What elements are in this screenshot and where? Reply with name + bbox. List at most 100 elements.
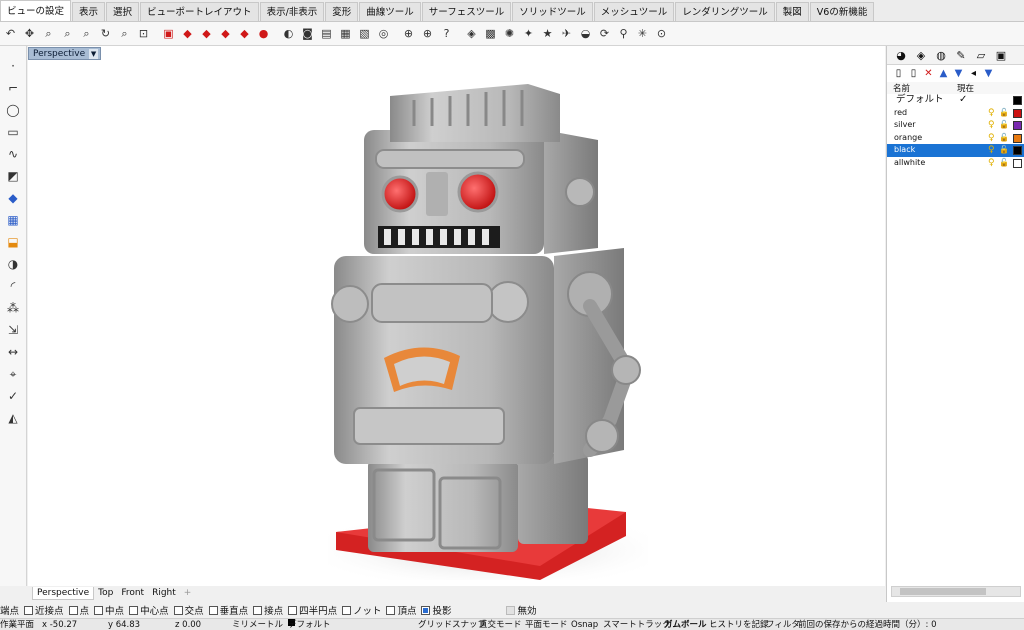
display-icon[interactable]: ▣	[991, 49, 1011, 62]
chevron-down-icon[interactable]: ▼	[89, 48, 99, 59]
ribbon-tab[interactable]: レンダリングツール	[675, 2, 775, 21]
delete-icon[interactable]: ✕	[921, 68, 936, 79]
ribbon-tab[interactable]: 製図	[775, 2, 809, 21]
ribbon-tab[interactable]: サーフェスツール	[421, 2, 512, 21]
lock-icon[interactable]: 🔓	[999, 107, 1009, 120]
collapse-icon[interactable]: ◂	[966, 68, 981, 79]
ribbon-tab[interactable]: 変形	[325, 2, 359, 21]
osnap-option[interactable]: 接点	[253, 603, 283, 617]
scrollbar-thumb[interactable]	[900, 588, 986, 595]
perspective-viewport[interactable]: Perspective ▼	[28, 46, 885, 586]
lock-icon[interactable]: 🔓	[999, 144, 1009, 157]
osnap-checkbox[interactable]	[288, 605, 298, 615]
layer-row[interactable]: silver ♀ 🔓	[887, 119, 1024, 132]
osnap-option[interactable]: 無効	[456, 603, 537, 617]
grid-icon[interactable]: ▦	[337, 25, 354, 42]
zoom-icon[interactable]: ⌕	[116, 25, 133, 42]
osnap-checkbox[interactable]	[173, 605, 183, 615]
shaded-box-icon[interactable]: ▩	[482, 25, 499, 42]
materials-icon[interactable]: ◈	[911, 49, 931, 62]
surface-icon[interactable]: ◩	[3, 166, 23, 186]
aircraft-icon[interactable]: ✈	[558, 25, 575, 42]
car-red-icon[interactable]: ◆	[236, 25, 253, 42]
osnap-checkbox[interactable]	[342, 605, 352, 615]
osnap-option[interactable]: 点	[68, 603, 89, 617]
transform-icon[interactable]: ⇲	[3, 320, 23, 340]
dimension-icon[interactable]: ↔	[3, 342, 23, 362]
osnap-option[interactable]: 中点	[94, 603, 124, 617]
fillet-icon[interactable]: ◜	[3, 276, 23, 296]
layer-color-swatch[interactable]	[1013, 133, 1022, 143]
rectangle-icon[interactable]: ▭	[3, 122, 23, 142]
zoom-window-icon[interactable]: ⌕	[40, 25, 57, 42]
visibility-bulb-icon[interactable]: ♀	[988, 157, 995, 170]
osnap-option[interactable]: ノット	[342, 603, 381, 617]
ribbon-tab[interactable]: 表示	[72, 2, 106, 21]
osnap-checkbox[interactable]	[421, 605, 431, 615]
analyze-icon[interactable]: ⌖	[3, 364, 23, 384]
status-grid-snap[interactable]: グリッドスナップ	[418, 619, 486, 630]
lock-icon[interactable]: 🔓	[999, 157, 1009, 170]
view-tab[interactable]: Right	[148, 587, 180, 600]
ribbon-tab[interactable]: ソリッドツール	[512, 2, 593, 21]
sparkle-icon[interactable]: ✳	[634, 25, 651, 42]
status-filter[interactable]: フィルタ	[766, 619, 800, 630]
visibility-bulb-icon[interactable]: ♀	[988, 119, 995, 132]
osnap-checkbox[interactable]	[208, 605, 218, 615]
undo-view-icon[interactable]: ↶	[2, 25, 19, 42]
layer-color-swatch[interactable]	[1013, 108, 1022, 118]
display-mode-icon[interactable]: ◐	[280, 25, 297, 42]
zoom-extents-icon[interactable]: ⌕	[59, 25, 76, 42]
point-icon[interactable]: ·	[3, 56, 23, 76]
osnap-option[interactable]: 交点	[173, 603, 204, 617]
layer-row[interactable]: orange ♀ 🔓	[887, 132, 1024, 145]
lock-icon[interactable]: 🔓	[999, 119, 1009, 132]
layer-row[interactable]: red ♀ 🔓	[887, 107, 1024, 120]
folder-icon[interactable]: ▱	[971, 49, 991, 62]
visibility-bulb-icon[interactable]: ♀	[988, 107, 995, 120]
circle-icon[interactable]: ◯	[3, 100, 23, 120]
color-wheel-icon[interactable]: ◕	[891, 49, 911, 62]
osnap-option[interactable]: 中心点	[129, 603, 169, 617]
filter-icon[interactable]: ▼	[981, 68, 996, 79]
environment-icon[interactable]: ◍	[931, 49, 951, 62]
lock-icon[interactable]: 🔓	[999, 132, 1009, 145]
walk-icon[interactable]: ⚲	[615, 25, 632, 42]
car-red-icon[interactable]: ◆	[217, 25, 234, 42]
ribbon-tab[interactable]: 表示/非表示	[259, 2, 325, 21]
status-smarttrack[interactable]: スマートトラック	[603, 619, 671, 630]
new-sublayer-icon[interactable]: ▯	[906, 68, 921, 79]
reset-icon[interactable]: ⊙	[653, 25, 670, 42]
view-tab[interactable]: Front	[117, 587, 148, 600]
osnap-checkbox[interactable]	[253, 605, 263, 615]
array-icon[interactable]: ⁂	[3, 298, 23, 318]
status-osnap[interactable]: Osnap	[571, 619, 598, 630]
render-icon[interactable]: ◭	[3, 408, 23, 428]
layer-row[interactable]: allwhite ♀ 🔓	[887, 157, 1024, 170]
ribbon-tab[interactable]: 選択	[106, 2, 140, 21]
layer-color-swatch[interactable]	[1013, 96, 1022, 105]
ribbon-tab[interactable]: ビューの設定	[0, 0, 72, 21]
polyline-icon[interactable]: ⌐	[3, 78, 23, 98]
render-preview-icon[interactable]: ◎	[375, 25, 392, 42]
boolean-icon[interactable]: ◑	[3, 254, 23, 274]
status-gumball[interactable]: ガムボール	[664, 619, 707, 630]
osnap-option[interactable]: 近接点	[24, 603, 64, 617]
sun-icon[interactable]: ✺	[501, 25, 518, 42]
layer-color-swatch[interactable]	[1013, 158, 1022, 168]
print-icon[interactable]: ▤	[318, 25, 335, 42]
osnap-option[interactable]: 投影	[421, 603, 451, 617]
view-tab[interactable]: Top	[94, 587, 117, 600]
status-history[interactable]: ヒストリを記録	[709, 619, 769, 630]
status-units[interactable]: ミリメートル	[232, 619, 283, 630]
mesh-icon[interactable]: ▦	[3, 210, 23, 230]
add-view-tab-icon[interactable]: +	[180, 587, 196, 600]
osnap-checkbox[interactable]	[129, 605, 139, 615]
layer-row[interactable]: デフォルト ✓	[887, 94, 1024, 107]
capture-icon[interactable]: ▧	[356, 25, 373, 42]
pan-icon[interactable]: ✥	[21, 25, 38, 42]
target-icon[interactable]: ⊕	[400, 25, 417, 42]
layer-row[interactable]: black ♀ 🔓	[887, 144, 1024, 157]
osnap-option[interactable]: 四半円点	[288, 603, 337, 617]
light-icon[interactable]: ✦	[520, 25, 537, 42]
